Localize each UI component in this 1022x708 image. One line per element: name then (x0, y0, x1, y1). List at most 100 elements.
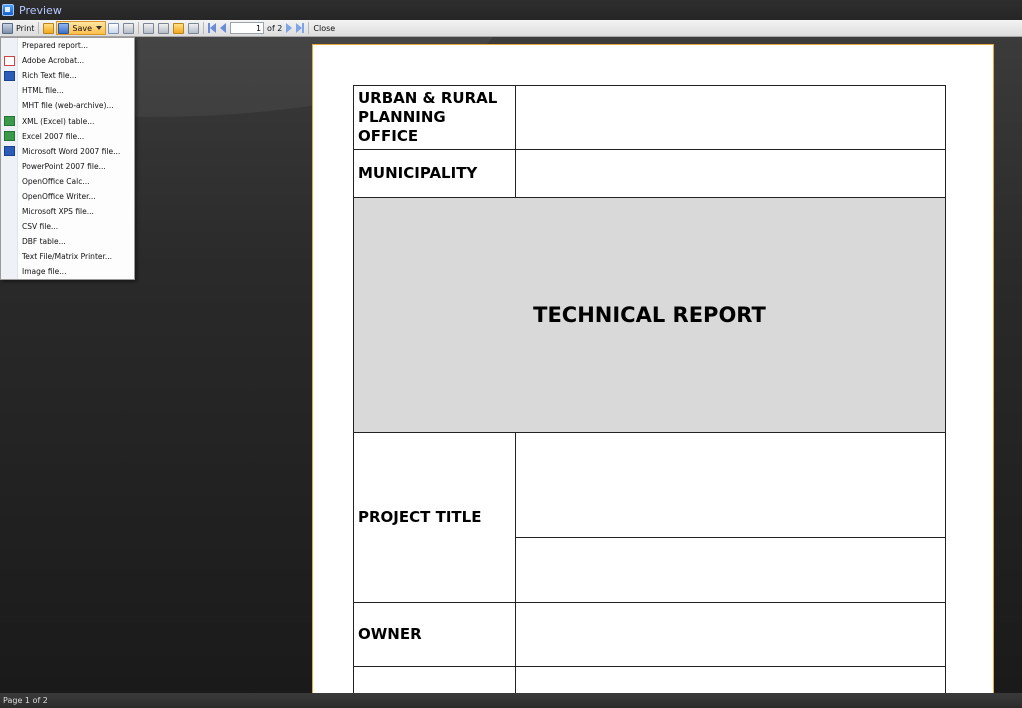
blank-icon (4, 237, 15, 247)
print-label: Print (16, 23, 35, 33)
save-menu-item-label: Microsoft Word 2007 file... (22, 146, 121, 156)
pdf-icon (4, 55, 15, 66)
email-icon (108, 22, 120, 34)
save-menu-item[interactable]: Adobe Acrobat... (1, 53, 134, 68)
blank-icon (4, 207, 15, 217)
save-menu-item[interactable]: Microsoft Word 2007 file... (1, 144, 134, 159)
toolbar: Print Save of 2 (0, 20, 1022, 37)
project-title-value-cell-2 (515, 537, 946, 603)
save-menu-item-label: DBF table... (22, 237, 66, 247)
save-menu-item[interactable]: Text File/Matrix Printer... (1, 249, 134, 264)
save-menu-item[interactable]: PowerPoint 2007 file... (1, 159, 134, 174)
blank-icon (4, 267, 15, 277)
status-bar: Page 1 of 2 (0, 693, 1022, 708)
report-title: TECHNICAL REPORT (353, 197, 946, 433)
save-menu-item-label: OpenOffice Calc... (22, 176, 90, 186)
save-menu-item-label: Prepared report... (22, 41, 89, 51)
excel-icon (4, 116, 15, 127)
save-menu-item-label: Adobe Acrobat... (22, 56, 85, 66)
save-menu-item[interactable]: DBF table... (1, 234, 134, 249)
report-table: URBAN & RURAL PLANNING OFFICE MUNICIPALI… (353, 85, 946, 693)
first-page-button[interactable] (206, 21, 218, 36)
next-row-value-cell (515, 666, 946, 693)
toolbar-separator (138, 22, 140, 34)
save-menu-items: Prepared report... Adobe Acrobat... Rich T… (1, 38, 134, 280)
close-button[interactable]: Close (311, 21, 337, 36)
next-page-button[interactable] (284, 21, 294, 36)
save-menu-item[interactable]: Prepared report... (1, 38, 134, 53)
page-setup-button[interactable] (156, 21, 171, 36)
save-menu-item-label: CSV file... (22, 222, 59, 232)
project-title-value-cell (515, 432, 946, 538)
close-label: Close (313, 23, 336, 33)
save-menu-item[interactable]: OpenOffice Calc... (1, 174, 134, 189)
office-label: URBAN & RURAL PLANNING OFFICE (353, 85, 516, 150)
save-menu-item-label: OpenOffice Writer... (22, 191, 96, 201)
outline-button[interactable] (141, 21, 156, 36)
word-icon (4, 70, 15, 81)
office-value-cell (515, 85, 946, 150)
save-menu-item[interactable]: Excel 2007 file... (1, 129, 134, 144)
blank-icon (4, 101, 15, 111)
save-menu-item[interactable]: HTML file... (1, 83, 134, 98)
window-title: Preview (19, 3, 62, 17)
next-row-label-cell (353, 666, 516, 693)
watermark-button[interactable] (186, 21, 201, 36)
last-page-button[interactable] (294, 21, 306, 36)
save-menu-item-label: Image file... (22, 267, 67, 277)
page-count-label: of 2 (267, 23, 283, 33)
municipality-label: MUNICIPALITY (353, 149, 516, 198)
next-page-icon (286, 23, 293, 33)
save-menu-item-label: MHT file (web-archive)... (22, 101, 114, 111)
chevron-down-icon (96, 26, 103, 30)
project-title-label: PROJECT TITLE (353, 432, 516, 603)
open-folder-icon (43, 22, 55, 34)
save-menu-item[interactable]: Rich Text file... (1, 68, 134, 83)
toolbar-separator (308, 22, 310, 34)
save-menu-item[interactable]: OpenOffice Writer... (1, 189, 134, 204)
page-number-field[interactable]: of 2 (228, 21, 284, 36)
save-menu-item-label: Excel 2007 file... (22, 131, 85, 141)
municipality-value-cell (515, 149, 946, 198)
toolbar-separator (38, 22, 40, 34)
save-menu-item-label: Text File/Matrix Printer... (22, 252, 113, 262)
edit-icon (173, 22, 185, 34)
find-button[interactable] (121, 21, 136, 36)
blank-icon (4, 86, 15, 96)
save-menu-item-label: HTML file... (22, 86, 64, 96)
save-menu-item-label: XML (Excel) table... (22, 116, 95, 126)
save-button[interactable]: Save (56, 21, 107, 35)
save-menu-item[interactable]: CSV file... (1, 219, 134, 234)
page-setup-icon (158, 22, 170, 34)
outline-icon (143, 22, 155, 34)
report-page: URBAN & RURAL PLANNING OFFICE MUNICIPALI… (312, 44, 994, 693)
save-dropdown-menu: Prepared report... Adobe Acrobat... Rich T… (0, 37, 135, 280)
title-bar: Preview (0, 0, 1022, 20)
blank-icon (4, 41, 15, 51)
blank-icon (4, 176, 15, 186)
page-number-input[interactable] (230, 22, 265, 34)
save-icon (58, 22, 70, 34)
preview-area[interactable]: URBAN & RURAL PLANNING OFFICE MUNICIPALI… (0, 37, 1022, 693)
previous-page-button[interactable] (218, 21, 228, 36)
save-menu-item-label: PowerPoint 2007 file... (22, 161, 106, 171)
save-menu-item[interactable]: XML (Excel) table... (1, 113, 134, 128)
save-menu-item[interactable]: Microsoft XPS file... (1, 204, 134, 219)
toolbar-separator (203, 22, 205, 34)
save-menu-item[interactable]: MHT file (web-archive)... (1, 98, 134, 113)
open-button[interactable] (41, 21, 56, 36)
email-button[interactable] (106, 21, 121, 36)
save-label: Save (72, 23, 93, 33)
watermark-icon (188, 22, 200, 34)
save-menu-item[interactable]: Image file... (1, 264, 134, 279)
status-text: Page 1 of 2 (3, 696, 48, 705)
owner-value-cell (515, 602, 946, 667)
blank-icon (4, 161, 15, 171)
print-button[interactable]: Print (0, 21, 36, 36)
blank-icon (4, 191, 15, 201)
blank-icon (4, 252, 15, 262)
owner-label: OWNER (353, 602, 516, 667)
binoculars-icon (123, 22, 135, 34)
save-menu-item-label: Rich Text file... (22, 71, 77, 81)
edit-page-button[interactable] (171, 21, 186, 36)
